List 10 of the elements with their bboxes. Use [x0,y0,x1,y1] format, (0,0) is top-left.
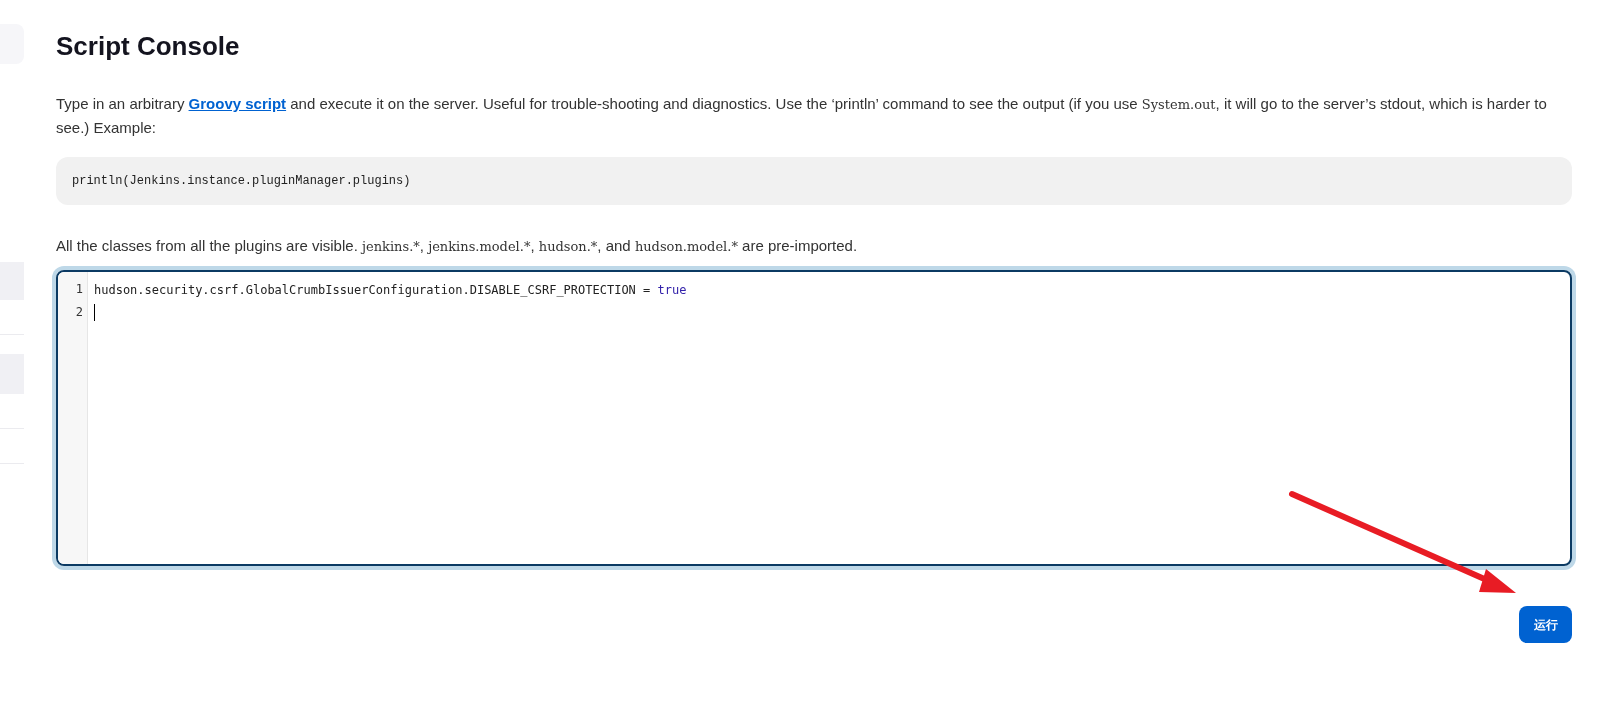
page-title: Script Console [56,30,241,63]
code-example: println(Jenkins.instance.pluginManager.plugins) [72,173,411,190]
groovy-script-link[interactable]: Groovy script [188,95,287,112]
code-line: hudson.security.csrf.GlobalCrumbIssuerConfiguration.DISABLE_CSRF_PROTECTION = true [94,281,687,299]
line-number: 1 [75,282,83,296]
description-paragraph: Type in an arbitrary Groovy script and execute it on the server. Useful for trouble-shooting and diagnostics. Use the ‘println’ command to see the output (if you use System.out, it will go to the server’s stdout, which is harder to see.) Example: [56,94,1548,138]
run-button[interactable]: 运行 [1519,606,1572,643]
imports-note: All the classes from all the plugins are visible. jenkins.*, jenkins.model.*, hudson.*, and hudson.model.* are pre-imported. [56,236,859,256]
text-cursor [94,304,95,321]
line-number: 2 [75,305,83,319]
